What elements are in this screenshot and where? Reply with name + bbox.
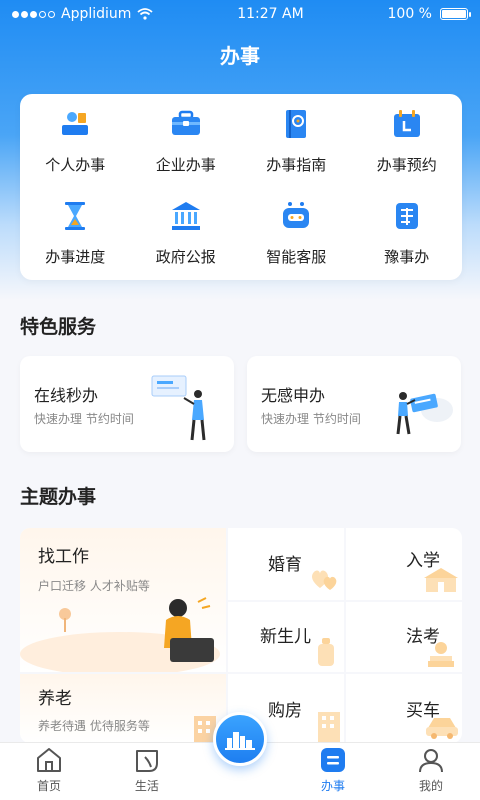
topic-title: 养老	[38, 689, 72, 709]
wifi-icon	[137, 8, 154, 20]
service-label: 办事指南	[266, 155, 327, 174]
battery-percent: 100 %	[387, 6, 432, 22]
profile-icon	[418, 749, 443, 773]
car-icon	[426, 718, 458, 739]
apartment-icon	[318, 712, 340, 742]
city-skyline-icon	[225, 732, 255, 750]
services-grid: 个人办事 企业办事 办事指南 办事预约 办事进度 政府公报 智能客服 豫事办	[20, 94, 462, 280]
nav-label: 首页	[36, 779, 61, 793]
topic-law-exam[interactable]: 法考	[346, 602, 462, 672]
topics-section-title: 主题办事	[20, 486, 97, 508]
feature-subtitle: 快速办理 节约时间	[261, 412, 361, 426]
divider	[20, 672, 462, 674]
nav-label: 我的	[418, 779, 443, 793]
carrier-name: Applidium	[61, 6, 132, 22]
service-label: 智能客服	[266, 247, 327, 266]
service-label: 个人办事	[45, 155, 106, 174]
nav-service[interactable]: 办事	[284, 743, 382, 800]
service-gazette[interactable]: 政府公报	[131, 186, 242, 278]
topic-newborn[interactable]: 新生儿	[228, 602, 344, 672]
person-presenting-illustration	[151, 375, 206, 441]
job-illustration	[20, 597, 220, 672]
topics-panel: 找工作 户口迁移 人才补贴等 养老 养老待遇 优待服务等 婚育 入学 新生儿 法…	[20, 528, 462, 743]
person-card-illustration	[396, 392, 453, 435]
feature-title: 在线秒办	[34, 386, 99, 405]
service-enterprise[interactable]: 企业办事	[131, 94, 242, 186]
books-icon	[428, 642, 454, 667]
service-guide[interactable]: 办事指南	[241, 94, 352, 186]
briefcase-icon	[168, 106, 204, 142]
service-appointment[interactable]: 办事预约	[352, 94, 463, 186]
status-right: 100 %	[387, 6, 471, 22]
services-card: 个人办事 企业办事 办事指南 办事预约 办事进度 政府公报 智能客服 豫事办	[20, 94, 462, 280]
status-time: 11:27 AM	[237, 6, 304, 22]
nav-label: 生活	[134, 779, 159, 793]
topic-title: 婚育	[268, 555, 302, 575]
service-personal[interactable]: 个人办事	[20, 94, 131, 186]
calendar-icon	[389, 106, 425, 142]
service-label: 办事进度	[45, 247, 106, 266]
topic-marriage[interactable]: 婚育	[228, 528, 344, 600]
topic-car[interactable]: 买车	[346, 674, 462, 743]
nav-label: 办事	[321, 779, 346, 793]
hearts-icon	[312, 570, 337, 590]
person-desk-icon	[57, 106, 93, 142]
guide-book-icon	[278, 106, 314, 142]
divider	[226, 528, 228, 743]
page-title: 办事	[220, 44, 260, 68]
featured-section-title: 特色服务	[20, 316, 97, 338]
topic-title: 新生儿	[260, 627, 311, 647]
nav-home[interactable]: 首页	[0, 743, 98, 800]
feature-title: 无感申办	[261, 386, 326, 405]
status-bar: Applidium 11:27 AM 100 %	[0, 0, 480, 28]
robot-icon	[278, 198, 314, 234]
yu-badge-icon	[389, 198, 425, 234]
service-label: 豫事办	[384, 247, 430, 266]
signal-icon	[12, 10, 55, 18]
topic-subtitle: 户口迁移 人才补贴等	[38, 579, 150, 593]
leaf-icon	[135, 750, 158, 772]
service-progress[interactable]: 办事进度	[20, 186, 131, 278]
service-icon	[321, 748, 346, 772]
topic-title: 购房	[268, 701, 302, 721]
status-left: Applidium	[12, 6, 154, 22]
city-fab-button[interactable]	[213, 712, 267, 766]
nav-profile[interactable]: 我的	[382, 743, 480, 800]
service-label: 办事预约	[376, 155, 437, 174]
topic-subtitle: 养老待遇 优待服务等	[38, 719, 150, 733]
battery-icon	[439, 8, 471, 20]
feature-card-online[interactable]: 在线秒办 快速办理 节约时间	[20, 356, 234, 452]
feature-subtitle: 快速办理 节约时间	[34, 412, 134, 426]
divider	[228, 600, 462, 602]
topic-school[interactable]: 入学	[346, 528, 462, 600]
home-icon	[36, 748, 61, 772]
school-icon	[424, 568, 458, 592]
topic-job[interactable]: 找工作 户口迁移 人才补贴等	[20, 528, 226, 672]
topic-pension[interactable]: 养老 养老待遇 优待服务等	[20, 674, 226, 743]
service-label: 政府公报	[155, 247, 216, 266]
divider	[344, 528, 346, 743]
hourglass-icon	[57, 198, 93, 234]
service-yushiban[interactable]: 豫事办	[352, 186, 463, 278]
nav-life[interactable]: 生活	[98, 743, 196, 800]
feature-card-seamless[interactable]: 无感申办 快速办理 节约时间	[247, 356, 461, 452]
baby-bottle-icon	[318, 638, 334, 666]
service-label: 企业办事	[155, 155, 216, 174]
government-building-icon	[168, 198, 204, 234]
service-ai-support[interactable]: 智能客服	[241, 186, 352, 278]
topic-title: 找工作	[38, 547, 89, 567]
